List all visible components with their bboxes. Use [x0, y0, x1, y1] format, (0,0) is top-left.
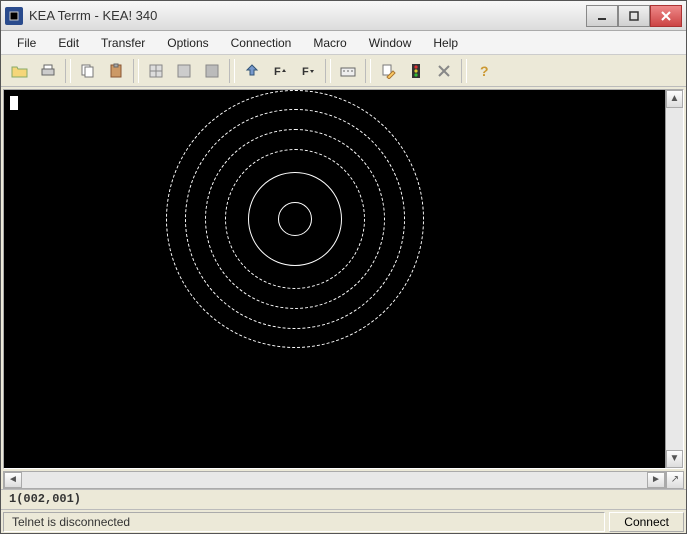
scroll-track[interactable]	[666, 108, 683, 450]
cursor-position: 1(002,001)	[9, 492, 81, 506]
terminal-screen[interactable]	[4, 90, 665, 468]
toolbar-separator	[65, 59, 71, 83]
scroll-corner-icon[interactable]: ↗	[666, 471, 684, 489]
grid2-icon[interactable]	[171, 58, 197, 84]
titlebar[interactable]: KEA Terrm - KEA! 340	[1, 1, 686, 31]
toolbar-separator	[133, 59, 139, 83]
font-up-icon[interactable]: F	[267, 58, 293, 84]
help-icon[interactable]: ?	[471, 58, 497, 84]
paste-icon[interactable]	[103, 58, 129, 84]
menubar: File Edit Transfer Options Connection Ma…	[1, 31, 686, 55]
menu-options[interactable]: Options	[157, 33, 218, 53]
edit-icon[interactable]	[375, 58, 401, 84]
terminal-container: ▲ ▼	[3, 89, 684, 469]
print-icon[interactable]	[35, 58, 61, 84]
close-button[interactable]	[650, 5, 682, 27]
circle-inner-1	[278, 202, 312, 236]
menu-file[interactable]: File	[7, 33, 46, 53]
scroll-track[interactable]	[22, 472, 647, 488]
app-icon	[5, 7, 23, 25]
open-icon[interactable]	[7, 58, 33, 84]
maximize-button[interactable]	[618, 5, 650, 27]
copy-icon[interactable]	[75, 58, 101, 84]
position-bar: 1(002,001)	[1, 489, 686, 509]
app-window: KEA Terrm - KEA! 340 File Edit Transfer …	[0, 0, 687, 534]
scroll-down-icon[interactable]: ▼	[666, 450, 683, 468]
text-cursor	[10, 96, 18, 110]
connect-button[interactable]: Connect	[609, 512, 684, 532]
toolbar-separator	[461, 59, 467, 83]
horizontal-scrollbar[interactable]: ◄ ►	[3, 471, 666, 489]
horizontal-scroll-row: ◄ ► ↗	[3, 471, 684, 489]
grid3-icon[interactable]	[199, 58, 225, 84]
statusbar: Telnet is disconnected Connect	[1, 509, 686, 533]
toolbar-separator	[325, 59, 331, 83]
toolbar: F F ?	[1, 55, 686, 87]
vertical-scrollbar[interactable]: ▲ ▼	[665, 90, 683, 468]
svg-text:?: ?	[480, 63, 489, 79]
align-icon[interactable]	[239, 58, 265, 84]
svg-text:F: F	[274, 66, 281, 78]
menu-help[interactable]: Help	[423, 33, 468, 53]
traffic-icon[interactable]	[403, 58, 429, 84]
grid1-icon[interactable]	[143, 58, 169, 84]
svg-text:F: F	[302, 66, 309, 78]
toolbar-separator	[365, 59, 371, 83]
font-down-icon[interactable]: F	[295, 58, 321, 84]
minimize-button[interactable]	[586, 5, 618, 27]
menu-edit[interactable]: Edit	[48, 33, 89, 53]
menu-connection[interactable]: Connection	[221, 33, 302, 53]
keyboard-icon[interactable]	[335, 58, 361, 84]
scroll-left-icon[interactable]: ◄	[4, 472, 22, 488]
window-title: KEA Terrm - KEA! 340	[29, 8, 586, 23]
clear-icon[interactable]	[431, 58, 457, 84]
status-text: Telnet is disconnected	[3, 512, 605, 532]
toolbar-separator	[229, 59, 235, 83]
menu-macro[interactable]: Macro	[303, 33, 356, 53]
menu-transfer[interactable]: Transfer	[91, 33, 155, 53]
scroll-up-icon[interactable]: ▲	[666, 90, 683, 108]
menu-window[interactable]: Window	[359, 33, 422, 53]
scroll-right-icon[interactable]: ►	[647, 472, 665, 488]
